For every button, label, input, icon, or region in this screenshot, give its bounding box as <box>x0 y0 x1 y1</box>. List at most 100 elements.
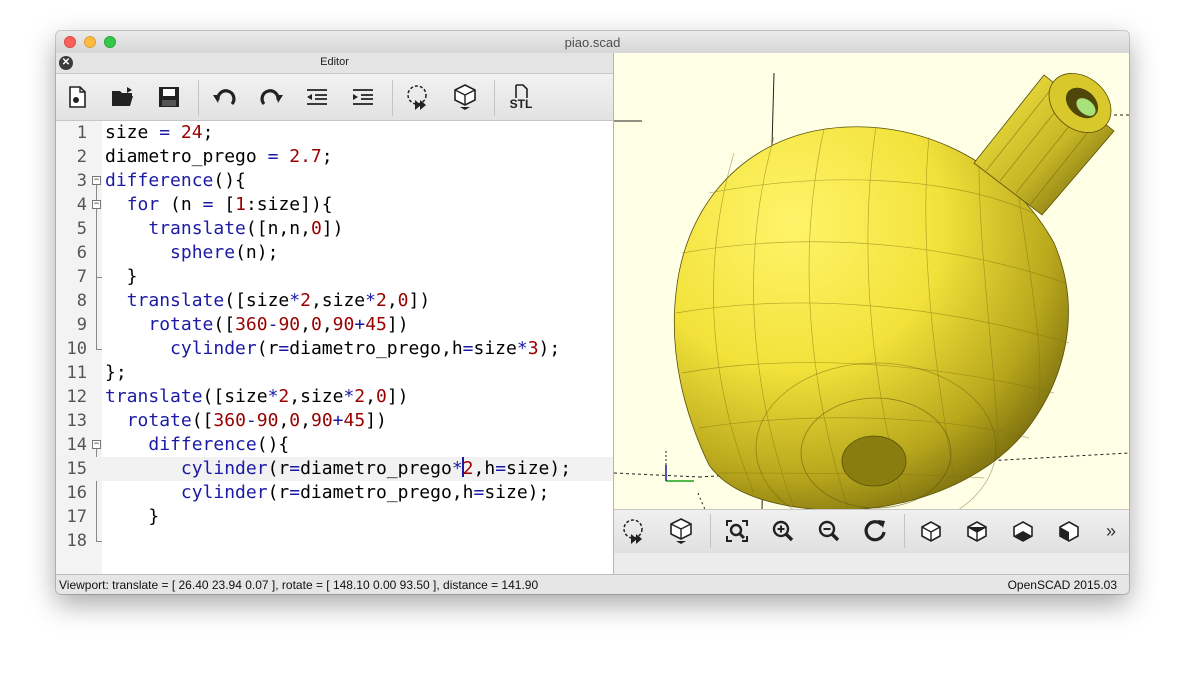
line-number: 18 <box>66 531 87 551</box>
ball-bottom-pole <box>841 435 907 487</box>
code-line[interactable]: 12 translate([size*2,size*2,0]) <box>56 385 613 409</box>
redo-button[interactable] <box>254 80 288 114</box>
code-line[interactable]: 3− difference(){ <box>56 169 613 193</box>
line-number: 12 <box>66 387 87 407</box>
code-token: diametro_prego,h <box>300 482 474 503</box>
preview-button[interactable] <box>618 514 652 548</box>
line-number: 6 <box>76 243 87 263</box>
code-line[interactable]: 17 } <box>56 505 613 529</box>
code-token: * <box>343 386 355 407</box>
toolbar-separator <box>904 514 905 548</box>
toolbar-separator <box>198 80 199 116</box>
view-top-button[interactable] <box>960 514 994 548</box>
code-token: ); <box>538 338 561 359</box>
code-line[interactable]: 11}; <box>56 361 613 385</box>
code-line[interactable]: 13 rotate([360-90,0,90+45]) <box>56 409 613 433</box>
line-number: 16 <box>66 483 87 503</box>
unindent-button[interactable] <box>300 80 334 114</box>
code-text: }; <box>105 361 127 385</box>
code-token: * <box>267 386 279 407</box>
code-token: difference <box>105 170 214 191</box>
zoom-out-button[interactable] <box>812 514 846 548</box>
view-right-button[interactable] <box>914 514 948 548</box>
code-line[interactable]: 16 cylinder(r=diametro_prego,h=size); <box>56 481 613 505</box>
code-text: translate([n,n,0]) <box>105 217 343 241</box>
line-number: 11 <box>66 363 87 383</box>
code-token: 2 <box>278 386 290 407</box>
fold-toggle-icon[interactable]: − <box>92 200 101 209</box>
code-token: 90 <box>278 314 301 335</box>
code-editor[interactable]: 1 size = 24; 2 diametro_prego = 2.7; 3− diffe… <box>56 121 613 574</box>
preview-button[interactable] <box>402 80 436 114</box>
reset-view-button[interactable] <box>858 514 892 548</box>
code-token: = <box>278 338 290 359</box>
viewport-info: Viewport: translate = [ 26.40 23.94 0.07… <box>59 578 539 592</box>
save-file-button[interactable] <box>152 80 186 114</box>
undo-button[interactable] <box>208 80 242 114</box>
code-line[interactable]: 9 rotate([360-90,0,90+45]) <box>56 313 613 337</box>
code-token: 2.7 <box>289 146 322 167</box>
view-all-button[interactable] <box>720 514 754 548</box>
view-left-button[interactable] <box>1052 514 1086 548</box>
code-line[interactable]: 6 sphere(n); <box>56 241 613 265</box>
fold-toggle-icon[interactable]: − <box>92 440 101 449</box>
3d-viewport[interactable] <box>614 53 1129 509</box>
zoom-in-button[interactable] <box>766 514 800 548</box>
code-token: rotate <box>126 410 192 431</box>
code-token: cylinder <box>180 458 268 479</box>
code-token: for <box>126 194 160 215</box>
code-line[interactable]: 18 <box>56 529 613 553</box>
code-text: cylinder(r=diametro_prego,h=size*3); <box>105 337 560 361</box>
editor-toolbar: STL <box>56 74 613 121</box>
code-line[interactable]: 14− difference(){ <box>56 433 613 457</box>
render-icon <box>454 84 476 110</box>
code-line[interactable]: 15 cylinder(r=diametro_prego*2,h=size); <box>56 457 613 481</box>
open-file-button[interactable] <box>106 80 140 114</box>
more-icon: » <box>1105 520 1116 541</box>
new-file-button[interactable] <box>60 80 94 114</box>
code-token: , <box>278 410 290 431</box>
code-text: sphere(n); <box>105 241 278 265</box>
line-number: 14 <box>66 435 87 455</box>
indent-icon <box>353 89 373 105</box>
code-token: ]) <box>365 410 387 431</box>
code-token: 2 <box>375 290 387 311</box>
code-token: 90 <box>256 410 279 431</box>
export-stl-button[interactable]: STL <box>504 80 538 114</box>
view-bottom-button[interactable] <box>1006 514 1040 548</box>
code-line[interactable]: 2 diametro_prego = 2.7; <box>56 145 613 169</box>
code-token: } <box>105 506 160 527</box>
code-token: difference <box>148 434 257 455</box>
code-token: (r <box>256 338 279 359</box>
export-stl-label: STL <box>509 97 533 111</box>
line-number: 7 <box>76 267 87 287</box>
undo-icon <box>213 89 236 106</box>
code-line[interactable]: 4− for (n = [1:size]){ <box>56 193 613 217</box>
line-number: 1 <box>76 123 87 143</box>
code-line[interactable]: 7 } <box>56 265 613 289</box>
reset-view-icon <box>864 520 886 542</box>
more-toolbar-button[interactable]: » <box>1098 514 1124 548</box>
view-bottom-icon <box>1013 521 1033 542</box>
code-token: , <box>386 290 398 311</box>
code-line[interactable]: 8 translate([size*2,size*2,0]) <box>56 289 613 313</box>
fold-toggle-icon[interactable]: − <box>92 176 101 185</box>
code-text: diametro_prego = 2.7; <box>105 145 333 169</box>
line-number: 5 <box>76 219 87 239</box>
code-token: 360 <box>213 410 246 431</box>
code-line[interactable]: 10 cylinder(r=diametro_prego,h=size*3); <box>56 337 613 361</box>
code-line[interactable]: 1 size = 24; <box>56 121 613 145</box>
render-button[interactable] <box>664 514 698 548</box>
code-text: rotate([360-90,0,90+45]) <box>105 313 408 337</box>
window-title: piao.scad <box>564 35 621 50</box>
toolbar-separator <box>392 80 393 116</box>
code-token: = <box>462 338 474 359</box>
indent-button[interactable] <box>346 80 380 114</box>
render-button[interactable] <box>448 80 482 114</box>
code-token: rotate <box>148 314 214 335</box>
code-line[interactable]: 5 translate([n,n,0]) <box>56 217 613 241</box>
